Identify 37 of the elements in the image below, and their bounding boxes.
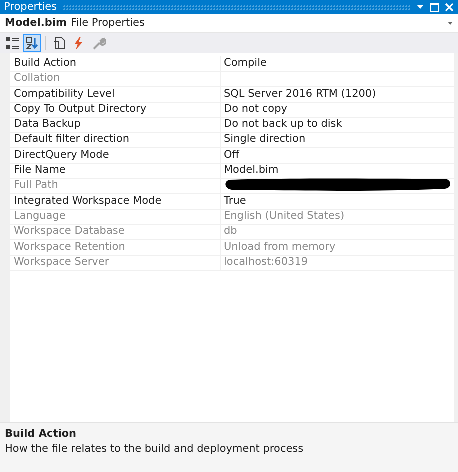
alphabetical-button[interactable]	[23, 34, 41, 52]
property-name: Integrated Workspace Mode	[10, 194, 221, 210]
sort-icon	[26, 36, 38, 50]
property-value[interactable]: Off	[221, 148, 454, 164]
property-name: File Name	[10, 163, 221, 180]
categorized-button[interactable]	[3, 34, 21, 52]
dropdown-icon[interactable]	[417, 4, 424, 10]
property-value[interactable]: Do not copy	[221, 102, 454, 118]
lightning-icon	[74, 36, 84, 50]
property-name: DirectQuery Mode	[10, 148, 221, 164]
property-name: Data Backup	[10, 117, 221, 134]
document-icon	[52, 36, 66, 50]
object-type: File Properties	[70, 17, 145, 29]
wrench-icon	[92, 36, 106, 50]
property-name: Full Path	[10, 178, 221, 194]
window-title: Properties	[4, 1, 58, 13]
property-value[interactable]: SQL Server 2016 RTM (1200)	[221, 86, 454, 103]
dropdown-icon[interactable]	[448, 22, 453, 24]
property-name: Workspace Server	[10, 254, 221, 271]
property-name: Language	[10, 208, 221, 225]
property-name: Collation	[10, 71, 221, 88]
object-name: Model.bim	[5, 17, 67, 29]
property-value[interactable]: Do not back up to disk	[221, 117, 454, 134]
property-name: Copy To Output Directory	[10, 102, 221, 118]
property-name: Build Action	[10, 56, 221, 72]
property-name: Default filter direction	[10, 132, 221, 148]
property-value[interactable]: Single direction	[221, 132, 454, 148]
property-name: Workspace Retention	[10, 240, 221, 256]
property-value[interactable]: True	[221, 194, 454, 210]
property-name: Compatibility Level	[10, 86, 221, 103]
close-icon[interactable]	[445, 2, 454, 12]
categorized-icon	[6, 36, 18, 50]
property-name: Workspace Database	[10, 224, 221, 240]
description-title: Build Action	[5, 428, 78, 440]
description-text: How the file relates to the build and deployment process	[5, 443, 305, 455]
maximize-icon[interactable]	[430, 2, 439, 12]
property-value[interactable]: Compile	[221, 56, 454, 72]
